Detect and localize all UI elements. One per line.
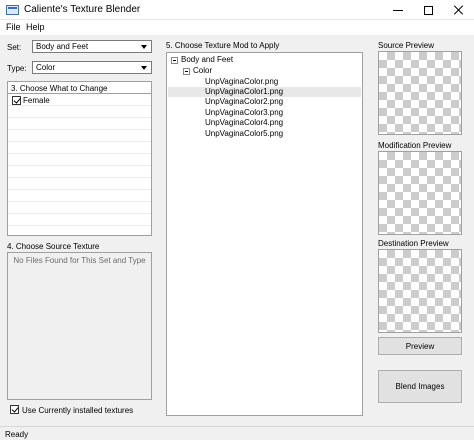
- minimize-button[interactable]: [383, 0, 413, 20]
- app-window-icon: [6, 5, 19, 15]
- source-preview-title: Source Preview: [378, 41, 435, 50]
- window-title: Caliente's Texture Blender: [24, 4, 141, 15]
- preview-button[interactable]: Preview: [378, 337, 462, 355]
- type-dropdown-value: Color: [36, 63, 56, 72]
- tree-file-item[interactable]: UnpVaginaColor3.png: [205, 108, 283, 118]
- title-bar: Caliente's Texture Blender: [0, 0, 474, 20]
- tree-file-item[interactable]: UnpVaginaColor.png: [205, 77, 278, 87]
- chevron-down-icon: [141, 66, 147, 70]
- tree-file-item-selected[interactable]: UnpVaginaColor1.png: [205, 87, 283, 97]
- tree-panel-title: 5. Choose Texture Mod to Apply: [166, 41, 280, 50]
- no-files-message: No Files Found for This Set and Type: [13, 256, 146, 265]
- tree-file-item[interactable]: UnpVaginaColor5.png: [205, 129, 283, 139]
- source-preview-image: [378, 51, 462, 135]
- blend-images-button[interactable]: Blend Images: [378, 370, 462, 403]
- modification-preview-title: Modification Preview: [378, 141, 452, 150]
- minimize-icon: [393, 9, 403, 11]
- change-panel-title: 3. Choose What to Change: [11, 84, 108, 93]
- chevron-down-icon: [141, 45, 147, 49]
- type-dropdown[interactable]: Color: [32, 61, 152, 74]
- close-icon: [454, 5, 464, 15]
- menu-bar: File Help: [0, 20, 474, 35]
- maximize-button[interactable]: [413, 0, 443, 20]
- set-label: Set:: [7, 43, 22, 52]
- use-installed-label: Use Currently installed textures: [22, 406, 134, 415]
- tree-node-root[interactable]: Body and Feet: [181, 55, 233, 65]
- source-texture-list[interactable]: No Files Found for This Set and Type: [7, 252, 152, 400]
- menu-help[interactable]: Help: [26, 22, 45, 32]
- maximize-icon: [423, 5, 433, 15]
- tree-file-item[interactable]: UnpVaginaColor2.png: [205, 97, 283, 107]
- female-checkbox[interactable]: [12, 96, 21, 105]
- destination-preview-image: [378, 249, 462, 333]
- set-dropdown[interactable]: Body and Feet: [32, 40, 152, 53]
- source-panel-title: 4. Choose Source Texture: [7, 242, 100, 251]
- destination-preview-title: Destination Preview: [378, 239, 449, 248]
- set-dropdown-value: Body and Feet: [36, 42, 89, 51]
- change-list[interactable]: 3. Choose What to Change Female: [7, 81, 152, 236]
- tree-node-color[interactable]: Color: [193, 66, 212, 76]
- close-button[interactable]: [444, 0, 474, 20]
- status-text: Ready: [5, 430, 29, 439]
- collapse-icon[interactable]: [171, 57, 178, 64]
- texture-mod-tree[interactable]: Body and Feet Color UnpVaginaColor.png U…: [166, 52, 363, 416]
- status-bar: Ready: [0, 426, 474, 440]
- use-installed-checkbox[interactable]: [10, 405, 19, 414]
- menu-file[interactable]: File: [6, 22, 21, 32]
- collapse-icon[interactable]: [183, 68, 190, 75]
- female-label: Female: [23, 96, 50, 105]
- tree-file-item[interactable]: UnpVaginaColor4.png: [205, 118, 283, 128]
- modification-preview-image: [378, 151, 462, 235]
- type-label: Type:: [7, 64, 27, 73]
